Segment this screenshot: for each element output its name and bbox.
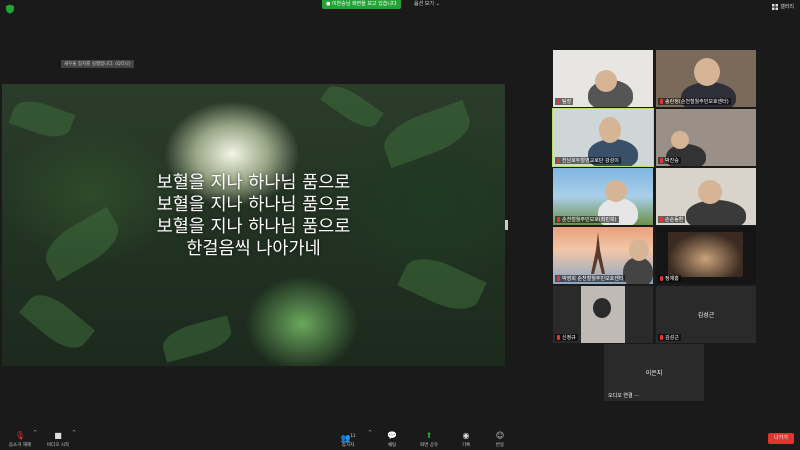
participant-name: 송란정(순천철월주민보호센터) [665,99,729,105]
participant-name: 순천철월주민보호(최민희) [562,217,617,223]
gallery-view-label: 갤러리 [780,4,794,10]
participant-tile-no-video[interactable]: 이은지 오디오 연결 ⋯ [604,344,704,401]
record-label: 기록 [461,443,471,448]
participants-count: 11 [350,433,356,438]
leaf-shape [320,84,384,134]
lyric-line: 보혈을 지나 하나님 품으로 [156,173,351,193]
participant-tile[interactable]: 팀장 [553,50,653,107]
grid-icon [772,3,779,10]
participant-face [698,180,722,204]
muted-mic-icon [557,276,560,281]
participant-name: 손순동환 [665,217,684,223]
muted-mic-icon [557,99,560,104]
participant-name: 신정규 [562,335,576,341]
participant-video [668,232,743,277]
participant-face [694,58,720,86]
splitter-handle[interactable] [505,220,508,230]
participant-name-label: 김성근 [658,334,681,341]
unmute-label: 음소거 해제 [8,443,32,448]
participant-name-label: 오디오 연결 ⋯ [606,392,641,399]
participant-name-label: 정재홍 [658,275,681,282]
muted-mic-icon [660,99,663,104]
participant-tile[interactable]: 신정규 [553,286,653,343]
share-screen-icon: ⬆ [425,431,433,440]
leaf-shape [159,315,235,363]
muted-mic-icon [557,335,560,340]
leaf-shape [377,99,477,169]
zoom-meeting-window: ● 이한승님 화면을 보고 있습니다 옵션 보기 ⌄ 갤러리 새우울 접지를 실… [0,0,800,450]
view-options-dropdown[interactable]: 옵션 보기 ⌄ [410,0,444,9]
chat-button[interactable]: 💬 채팅 [372,431,412,448]
participant-name: 김성근 [665,335,679,341]
leaf-shape [8,94,76,144]
meeting-toolbar: 🎙 음소거 해제 ^ ■ 비디오 시작 ^ 👥11 참가자 ^ 💬 채팅 ⬆ 화… [0,426,800,450]
participant-name: 박영희 순천철월주민보호센터 [562,276,624,282]
muted-mic-icon [557,217,560,222]
muted-mic-icon [660,217,663,222]
muted-mic-icon [557,158,560,163]
shared-screen-caption: 새우울 접지를 실행합니다. (Q터나) [61,60,134,68]
participant-tile[interactable]: 순천철월주민보호(최민희) [553,168,653,225]
lyric-line: 보혈을 지나 하나님 품으로 [156,217,351,237]
participant-name: 팀장 [562,99,572,105]
participants-button[interactable]: 👥11 참가자 [328,431,368,448]
sharing-status-banner: ● 이한승님 화면을 보고 있습니다 [322,0,401,9]
participant-name-label: 손순동환 [658,216,686,223]
song-lyrics: 보혈을 지나 하나님 품으로 보혈을 지나 하나님 품으로 보혈을 지나 하나님… [2,172,505,260]
participant-name-label: 박영희 순천철월주민보호센터 [555,275,626,282]
eiffel-tower-background [591,232,605,274]
participant-tile[interactable]: 송란정(순천철월주민보호센터) [656,50,756,107]
participant-name-label: 순천철월주민보호(최민희) [555,216,619,223]
leave-meeting-button[interactable]: 나가기 [768,433,794,444]
muted-mic-icon [660,158,663,163]
participant-name-label: 전남로두철영교로단 강성이 [555,157,621,164]
muted-mic-icon [660,335,663,340]
participant-name: 정재홍 [665,276,679,282]
participant-tile[interactable]: 손순동환 [656,168,756,225]
chat-bubble-icon: 💬 [387,431,397,440]
participant-face [629,239,649,261]
reactions-label: 반응 [495,443,505,448]
participant-video [686,200,746,225]
participant-name: 전남로두철영교로단 강성이 [562,158,619,164]
start-video-label: 비디오 시작 [46,443,70,448]
reactions-button[interactable]: ☺ 반응 [480,431,520,448]
gallery-view-button[interactable]: 갤러리 [772,3,794,10]
share-screen-button[interactable]: ⬆ 화면 공유 [409,431,449,448]
participant-face [593,298,611,318]
security-shield-icon[interactable] [5,4,15,14]
chat-label: 채팅 [387,443,397,448]
lyric-line: 한걸음씩 나아가네 [186,239,321,259]
participant-name-label: 팀장 [555,98,574,105]
participants-icon: 👥11 [340,433,356,443]
shared-screen: 보혈을 지나 하나님 품으로 보혈을 지나 하나님 품으로 보혈을 지나 하나님… [2,84,505,366]
participant-tile[interactable]: 정재홍 [656,227,756,284]
participant-name: 박진승 [665,158,679,164]
participant-display-name: 김성근 [697,312,715,319]
participant-face [595,70,617,92]
participant-face [599,117,621,143]
share-screen-label: 화면 공유 [420,443,438,448]
participant-name-label: 신정규 [555,334,578,341]
participants-label: 참가자 [341,443,355,448]
smiley-icon: ☺ [495,431,505,440]
lyric-line: 보혈을 지나 하나님 품으로 [156,195,351,215]
participant-name-label: 송란정(순천철월주민보호센터) [658,98,731,105]
leaf-shape [18,285,96,358]
video-options-caret[interactable]: ^ [72,430,76,436]
participant-face [671,131,689,149]
audio-options-caret[interactable]: ^ [33,430,37,436]
participant-tile[interactable]: 박영희 순천철월주민보호센터 [553,227,653,284]
participant-face [605,180,627,202]
participant-tile-active-speaker[interactable]: 전남로두철영교로단 강성이 [552,108,654,167]
participant-name-label: 박진승 [658,157,681,164]
participant-tile[interactable]: 박진승 [656,109,756,166]
participant-tile-no-video[interactable]: 김성근 김성근 [656,286,756,343]
muted-mic-icon [660,276,663,281]
participant-name: 오디오 연결 ⋯ [608,393,640,399]
participant-video [623,257,653,284]
participant-display-name: 이은지 [645,370,663,377]
